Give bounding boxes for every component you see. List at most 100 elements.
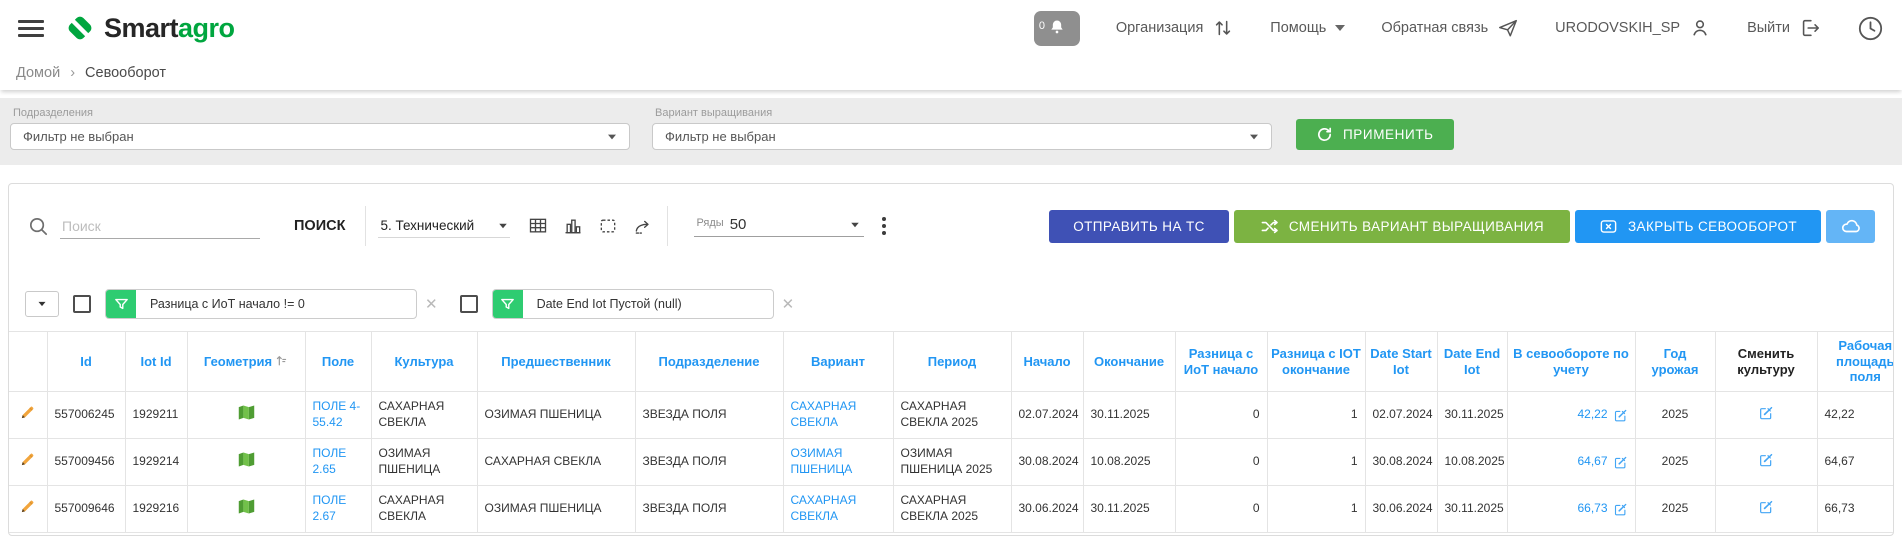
- header-date-end-iot[interactable]: Date End Iot: [1437, 332, 1507, 392]
- clock-icon[interactable]: [1857, 15, 1884, 42]
- cell-change-culture[interactable]: [1715, 392, 1817, 439]
- rows-value: 50: [730, 216, 747, 233]
- cell-variant-link[interactable]: САХАРНАЯ СВЕКЛА: [783, 486, 893, 533]
- cell-field-link[interactable]: ПОЛЕ 2.65: [305, 439, 371, 486]
- header-field[interactable]: Поле: [305, 332, 371, 392]
- cell-field-link[interactable]: ПОЛЕ 4-55.42: [305, 392, 371, 439]
- more-options-icon[interactable]: [882, 217, 886, 235]
- filter-chip-2-close-icon[interactable]: ✕: [782, 295, 795, 313]
- topbar-right: 0 Организация Помощь Обратная связь UROD…: [1034, 11, 1884, 46]
- search-icon: [27, 215, 50, 238]
- nav-feedback[interactable]: Обратная связь: [1381, 17, 1519, 39]
- rows-label: Ряды: [696, 216, 723, 229]
- cell-date-start-iot: 30.06.2024: [1365, 486, 1437, 533]
- header-change-culture[interactable]: Сменить культуру: [1715, 332, 1817, 392]
- header-id[interactable]: Id: [47, 332, 125, 392]
- cell-division: ЗВЕЗДА ПОЛЯ: [635, 439, 783, 486]
- logo[interactable]: Smartagro: [62, 10, 235, 46]
- change-variant-button[interactable]: СМЕНИТЬ ВАРИАНТ ВЫРАЩИВАНИЯ: [1234, 210, 1570, 243]
- variant-filter-select[interactable]: Фильтр не выбран: [652, 123, 1272, 150]
- filter2-checkbox[interactable]: [460, 295, 478, 313]
- active-filters-row: Разница с ИоТ начало != 0 ✕ Date End Iot…: [25, 289, 1893, 319]
- pencil-icon[interactable]: [19, 451, 36, 468]
- funnel-icon: [106, 289, 136, 319]
- header-variant[interactable]: Вариант: [783, 332, 893, 392]
- filter1-checkbox[interactable]: [73, 295, 91, 313]
- cell-iot-id: 1929216: [125, 486, 187, 533]
- nav-logout[interactable]: Выйти: [1747, 17, 1821, 39]
- cell-in-rotation[interactable]: 42,22: [1507, 392, 1635, 439]
- send-to-tc-button[interactable]: ОТПРАВИТЬ НА ТС: [1049, 210, 1229, 243]
- header-predecessor[interactable]: Предшественник: [477, 332, 635, 392]
- header-in-rotation[interactable]: В севообороте по учету: [1507, 332, 1635, 392]
- header-harvest-year[interactable]: Год урожая: [1635, 332, 1715, 392]
- cell-diff-iot-end: 1: [1267, 486, 1365, 533]
- filter-chip-1[interactable]: Разница с ИоТ начало != 0: [105, 289, 417, 319]
- cloud-sync-button[interactable]: [1826, 210, 1875, 243]
- change-variant-label: СМЕНИТЬ ВАРИАНТ ВЫРАЩИВАНИЯ: [1289, 219, 1544, 234]
- nav-organization-label: Организация: [1116, 20, 1203, 36]
- chevron-down-icon: [1335, 25, 1345, 31]
- cell-variant-link[interactable]: САХАРНАЯ СВЕКЛА: [783, 392, 893, 439]
- header-end[interactable]: Окончание: [1083, 332, 1175, 392]
- swap-arrows-icon: [1212, 17, 1234, 39]
- notifications-button[interactable]: 0: [1034, 11, 1080, 46]
- bar-chart-icon[interactable]: [563, 216, 583, 236]
- breadcrumb-home[interactable]: Домой: [16, 65, 60, 81]
- selection-icon[interactable]: [598, 216, 618, 236]
- filter-chip-2[interactable]: Date End Iot Пустой (null): [492, 289, 774, 319]
- nav-help[interactable]: Помощь: [1270, 20, 1345, 36]
- cell-change-culture[interactable]: [1715, 486, 1817, 533]
- divider: [365, 206, 366, 246]
- nav-user[interactable]: URODOVSKIH_SP: [1555, 17, 1711, 39]
- header-start[interactable]: Начало: [1011, 332, 1083, 392]
- header-geometry[interactable]: Геометрия: [187, 332, 305, 392]
- search-button[interactable]: ПОИСК: [294, 218, 345, 234]
- variant-filter-field: Вариант выращивания Фильтр не выбран: [652, 107, 1272, 150]
- header-geometry-label: Геометрия: [204, 354, 272, 369]
- cell-variant-link[interactable]: ОЗИМАЯ ПШЕНИЦА: [783, 439, 893, 486]
- header-division[interactable]: Подразделение: [635, 332, 783, 392]
- map-icon[interactable]: [237, 451, 256, 468]
- pencil-icon[interactable]: [19, 498, 36, 515]
- header-work-area[interactable]: Рабочая площадь поля: [1817, 332, 1894, 392]
- header-diff-iot-end[interactable]: Разница с IOT окончание: [1267, 332, 1365, 392]
- view-select[interactable]: 5. Технический: [378, 214, 510, 238]
- cell-in-rotation[interactable]: 66,73: [1507, 486, 1635, 533]
- cell-diff-iot-start: 0: [1175, 439, 1267, 486]
- filters-dropdown-button[interactable]: [25, 291, 59, 317]
- table-row: 557009646 1929216 ПОЛЕ 2.67 САХАРНАЯ СВЕ…: [9, 486, 1894, 533]
- search-input[interactable]: [60, 214, 260, 239]
- table-grid-icon[interactable]: [528, 216, 548, 236]
- export-icon[interactable]: [633, 216, 653, 236]
- chevron-down-icon: [852, 222, 860, 227]
- header-iot-id[interactable]: Iot Id: [125, 332, 187, 392]
- chevron-down-icon: [1250, 134, 1258, 139]
- notification-count-badge: 0: [1039, 20, 1045, 32]
- apply-button[interactable]: ПРИМЕНИТЬ: [1296, 119, 1454, 150]
- toolbar-buttons: ОТПРАВИТЬ НА ТС СМЕНИТЬ ВАРИАНТ ВЫРАЩИВА…: [1049, 210, 1875, 243]
- filter-chip-2-label: Date End Iot Пустой (null): [523, 297, 696, 311]
- division-filter-select[interactable]: Фильтр не выбран: [10, 123, 630, 150]
- pencil-icon[interactable]: [19, 404, 36, 421]
- header-culture[interactable]: Культура: [371, 332, 477, 392]
- cell-predecessor: ОЗИМАЯ ПШЕНИЦА: [477, 486, 635, 533]
- cell-field-link[interactable]: ПОЛЕ 2.67: [305, 486, 371, 533]
- nav-organization[interactable]: Организация: [1116, 17, 1234, 39]
- rows-per-page-select[interactable]: Ряды 50: [694, 216, 864, 237]
- map-icon[interactable]: [237, 498, 256, 515]
- in-rotation-value: 64,67: [1577, 454, 1607, 470]
- header-diff-iot-start[interactable]: Разница с ИоТ начало: [1175, 332, 1267, 392]
- map-icon[interactable]: [237, 404, 256, 421]
- filter-chip-1-close-icon[interactable]: ✕: [425, 295, 438, 313]
- pencil-square-icon: [1758, 405, 1774, 421]
- close-rotation-button[interactable]: ЗАКРЫТЬ СЕВООБОРОТ: [1575, 210, 1821, 243]
- header-date-start-iot[interactable]: Date Start Iot: [1365, 332, 1437, 392]
- header-period[interactable]: Период: [893, 332, 1011, 392]
- cell-date-end-iot: 10.08.2025: [1437, 439, 1507, 486]
- table-row: 557006245 1929211 ПОЛЕ 4-55.42 САХАРНАЯ …: [9, 392, 1894, 439]
- cell-edit: [9, 439, 47, 486]
- cell-in-rotation[interactable]: 64,67: [1507, 439, 1635, 486]
- menu-icon[interactable]: [18, 20, 44, 37]
- cell-change-culture[interactable]: [1715, 439, 1817, 486]
